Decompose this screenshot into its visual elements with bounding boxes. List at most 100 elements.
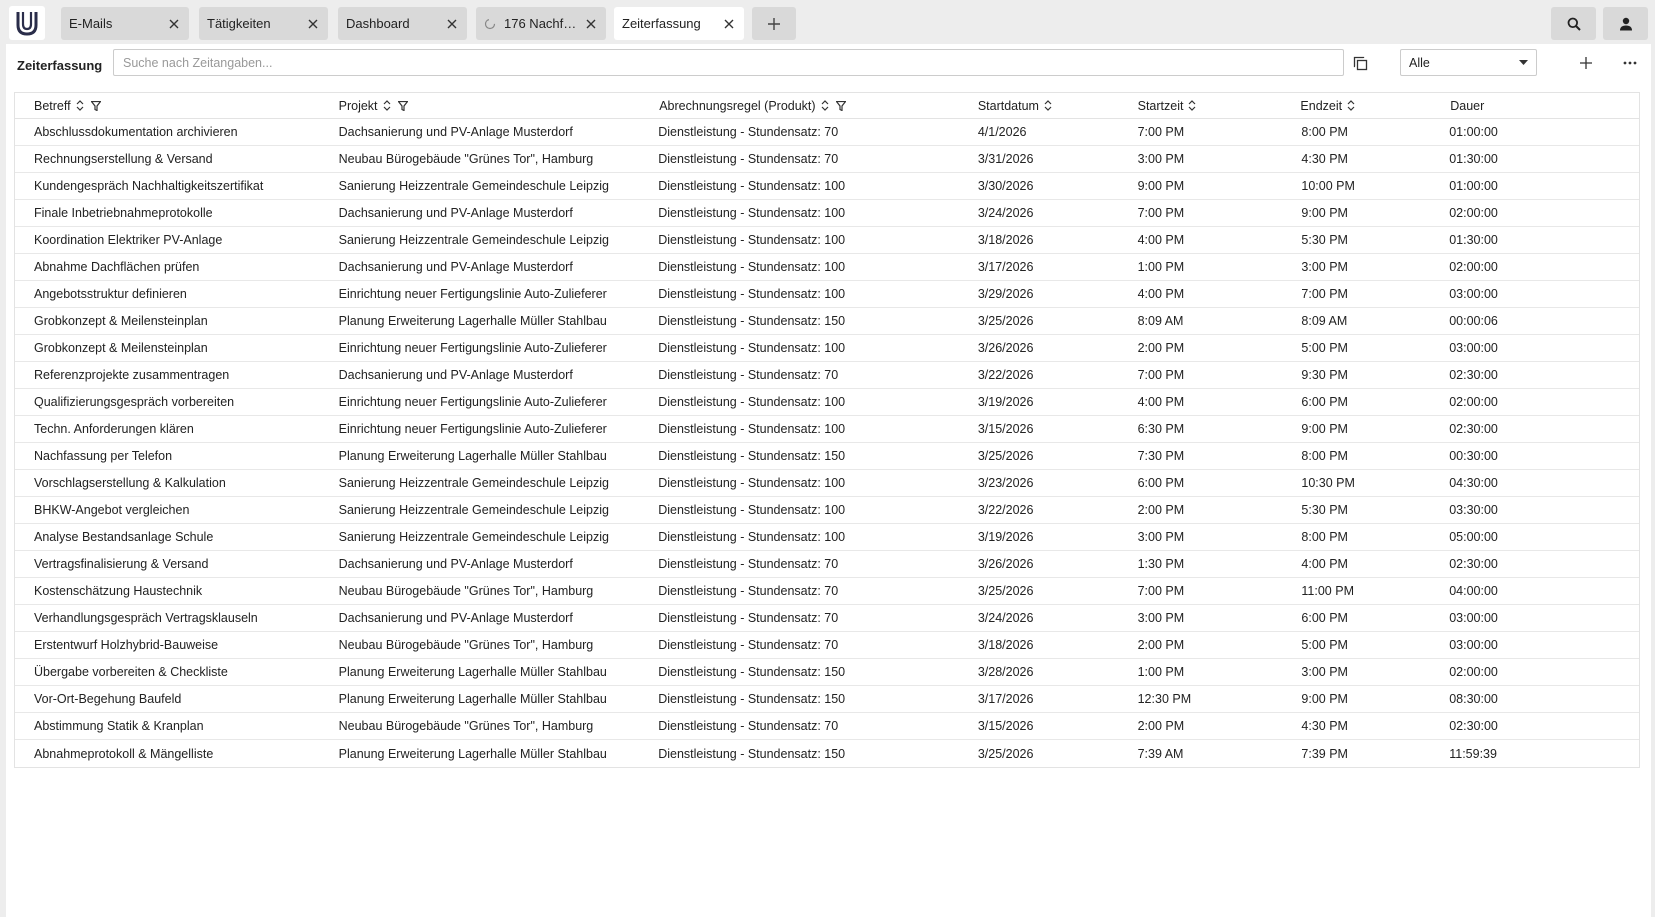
add-entry-button[interactable] [1574, 51, 1598, 75]
tab-nachfordern[interactable]: 176 Nachfordern [476, 7, 606, 40]
filter-icon[interactable] [835, 100, 846, 111]
table-row[interactable]: Abnahme Dachflächen prüfen Dachsanierung … [15, 254, 1639, 281]
column-header-endzeit[interactable]: Endzeit [1293, 99, 1443, 113]
cell-startzeit: 7:30 PM [1137, 449, 1185, 463]
sort-icon[interactable] [1347, 100, 1355, 111]
table-row[interactable]: Grobkonzept & Meilensteinplan Einrichtung… [15, 335, 1639, 362]
table-row[interactable]: Qualifizierungsgespräch vorbereiten Einri… [15, 389, 1639, 416]
user-account-button[interactable] [1603, 7, 1648, 40]
cell-betreff: Koordination Elektriker PV-Anlage [34, 233, 223, 247]
sort-icon[interactable] [76, 100, 84, 111]
table-row[interactable]: BHKW-Angebot vergleichen Sanierung Heizze… [15, 497, 1639, 524]
filter-select[interactable]: Alle [1400, 49, 1537, 76]
cell-abrechnungsregel: Dienstleistung - Stundensatz: 70 [658, 584, 839, 598]
table-row[interactable]: Koordination Elektriker PV-Anlage Sanieru… [15, 227, 1639, 254]
table-row[interactable]: Abnahmeprotokoll & Mängelliste Planung Er… [15, 740, 1639, 767]
table-row[interactable]: Kostenschätzung Haustechnik Neubau Büroge… [15, 578, 1639, 605]
search-input[interactable] [113, 49, 1344, 76]
cell-startzeit: 3:00 PM [1137, 530, 1185, 544]
cell-dauer: 02:30:00 [1449, 719, 1498, 733]
table-row[interactable]: Abschlussdokumentation archivieren Dachsa… [15, 119, 1639, 146]
cell-projekt: Sanierung Heizzentrale Gemeindeschule Le… [338, 179, 609, 193]
cell-dauer: 00:00:06 [1449, 314, 1498, 328]
cell-startdatum: 3/28/2026 [977, 665, 1034, 679]
sort-icon[interactable] [821, 100, 829, 111]
column-header-startzeit[interactable]: Startzeit [1134, 99, 1294, 113]
table-row[interactable]: Finale Inbetriebnahmeprotokolle Dachsanie… [15, 200, 1639, 227]
cell-betreff: BHKW-Angebot vergleichen [34, 503, 190, 517]
close-icon[interactable] [306, 17, 320, 31]
cell-projekt: Einrichtung neuer Fertigungslinie Auto-Z… [338, 422, 607, 436]
cell-abrechnungsregel: Dienstleistung - Stundensatz: 100 [658, 341, 846, 355]
column-header-betreff[interactable]: Betreff [15, 99, 335, 113]
cell-endzeit: 7:00 PM [1301, 287, 1348, 301]
close-icon[interactable] [722, 17, 736, 31]
table-row[interactable]: Techn. Anforderungen klären Einrichtung n… [15, 416, 1639, 443]
table-row[interactable]: Rechnungserstellung & Versand Neubau Büro… [15, 146, 1639, 173]
table-row[interactable]: Vertragsfinalisierung & Versand Dachsanie… [15, 551, 1639, 578]
table-row[interactable]: Kundengespräch Nachhaltigkeitszertifikat… [15, 173, 1639, 200]
cell-endzeit: 6:00 PM [1301, 395, 1348, 409]
close-icon[interactable] [445, 17, 459, 31]
sort-icon[interactable] [1188, 100, 1196, 111]
cell-betreff: Erstentwurf Holzhybrid-Bauweise [34, 638, 219, 652]
cell-dauer: 11:59:39 [1449, 746, 1497, 761]
column-header-dauer[interactable]: Dauer [1443, 99, 1639, 113]
column-header-abrechnungsregel[interactable]: Abrechnungsregel (Produkt) [654, 99, 974, 113]
cell-endzeit: 9:00 PM [1301, 206, 1348, 220]
sort-icon[interactable] [1044, 100, 1052, 111]
tab-taetigkeiten[interactable]: Tätigkeiten [199, 7, 328, 40]
tab-e-mails[interactable]: E-Mails [61, 7, 189, 40]
table-row[interactable]: Angebotsstruktur definieren Einrichtung n… [15, 281, 1639, 308]
global-search-button[interactable] [1551, 7, 1596, 40]
cell-endzeit: 3:00 PM [1301, 665, 1348, 679]
table-row[interactable]: Übergabe vorbereiten & Checkliste Planung… [15, 659, 1639, 686]
table-row[interactable]: Referenzprojekte zusammentragen Dachsanie… [15, 362, 1639, 389]
filter-icon[interactable] [90, 100, 101, 111]
table-row[interactable]: Abstimmung Statik & Kranplan Neubau Bürog… [15, 713, 1639, 740]
cell-projekt: Planung Erweiterung Lagerhalle Müller St… [338, 746, 607, 761]
cell-betreff: Vor-Ort-Begehung Baufeld [34, 692, 182, 706]
tab-dashboard[interactable]: Dashboard [338, 7, 467, 40]
cell-projekt: Einrichtung neuer Fertigungslinie Auto-Z… [338, 287, 607, 301]
sort-icon[interactable] [383, 100, 391, 111]
cell-startzeit: 3:00 PM [1137, 152, 1185, 166]
cell-abrechnungsregel: Dienstleistung - Stundensatz: 100 [658, 530, 846, 544]
cell-projekt: Sanierung Heizzentrale Gemeindeschule Le… [338, 233, 609, 247]
table-row[interactable]: Verhandlungsgespräch Vertragsklauseln Dac… [15, 605, 1639, 632]
cell-startzeit: 2:00 PM [1137, 638, 1185, 652]
page-title: Zeiterfassung [17, 58, 103, 73]
cell-endzeit: 8:00 PM [1301, 449, 1348, 463]
cell-endzeit: 5:30 PM [1301, 233, 1348, 247]
cell-betreff: Referenzprojekte zusammentragen [34, 368, 230, 382]
table-row[interactable]: Nachfassung per Telefon Planung Erweiteru… [15, 443, 1639, 470]
copy-button[interactable] [1348, 51, 1372, 75]
cell-startzeit: 4:00 PM [1137, 395, 1185, 409]
column-header-label: Projekt [338, 98, 378, 113]
plus-icon [768, 17, 780, 30]
caret-down-icon [1519, 59, 1528, 65]
close-icon[interactable] [167, 17, 181, 31]
cell-abrechnungsregel: Dienstleistung - Stundensatz: 100 [658, 206, 846, 220]
cell-startdatum: 3/26/2026 [977, 557, 1034, 571]
table-row[interactable]: Analyse Bestandsanlage Schule Sanierung H… [15, 524, 1639, 551]
cell-betreff: Verhandlungsgespräch Vertragsklauseln [34, 611, 258, 625]
table-row[interactable]: Erstentwurf Holzhybrid-Bauweise Neubau Bü… [15, 632, 1639, 659]
cell-startdatum: 3/18/2026 [977, 233, 1034, 247]
cell-abrechnungsregel: Dienstleistung - Stundensatz: 100 [658, 287, 846, 301]
table-row[interactable]: Vorschlagserstellung & Kalkulation Sanier… [15, 470, 1639, 497]
column-header-projekt[interactable]: Projekt [335, 99, 655, 113]
tab-zeiterfassung[interactable]: Zeiterfassung [614, 7, 744, 40]
cell-abrechnungsregel: Dienstleistung - Stundensatz: 70 [658, 368, 839, 382]
add-tab-button[interactable] [752, 7, 796, 40]
cell-endzeit: 4:00 PM [1301, 557, 1348, 571]
more-options-button[interactable] [1618, 51, 1642, 75]
column-header-startdatum[interactable]: Startdatum [974, 99, 1134, 113]
table-row[interactable]: Vor-Ort-Begehung Baufeld Planung Erweiter… [15, 686, 1639, 713]
table-row[interactable]: Grobkonzept & Meilensteinplan Planung Erw… [15, 308, 1639, 335]
app-logo[interactable] [9, 6, 45, 40]
close-icon[interactable] [584, 17, 598, 31]
cell-startzeit: 9:00 PM [1137, 179, 1185, 193]
cell-startdatum: 3/19/2026 [977, 530, 1034, 544]
filter-icon[interactable] [397, 100, 408, 111]
